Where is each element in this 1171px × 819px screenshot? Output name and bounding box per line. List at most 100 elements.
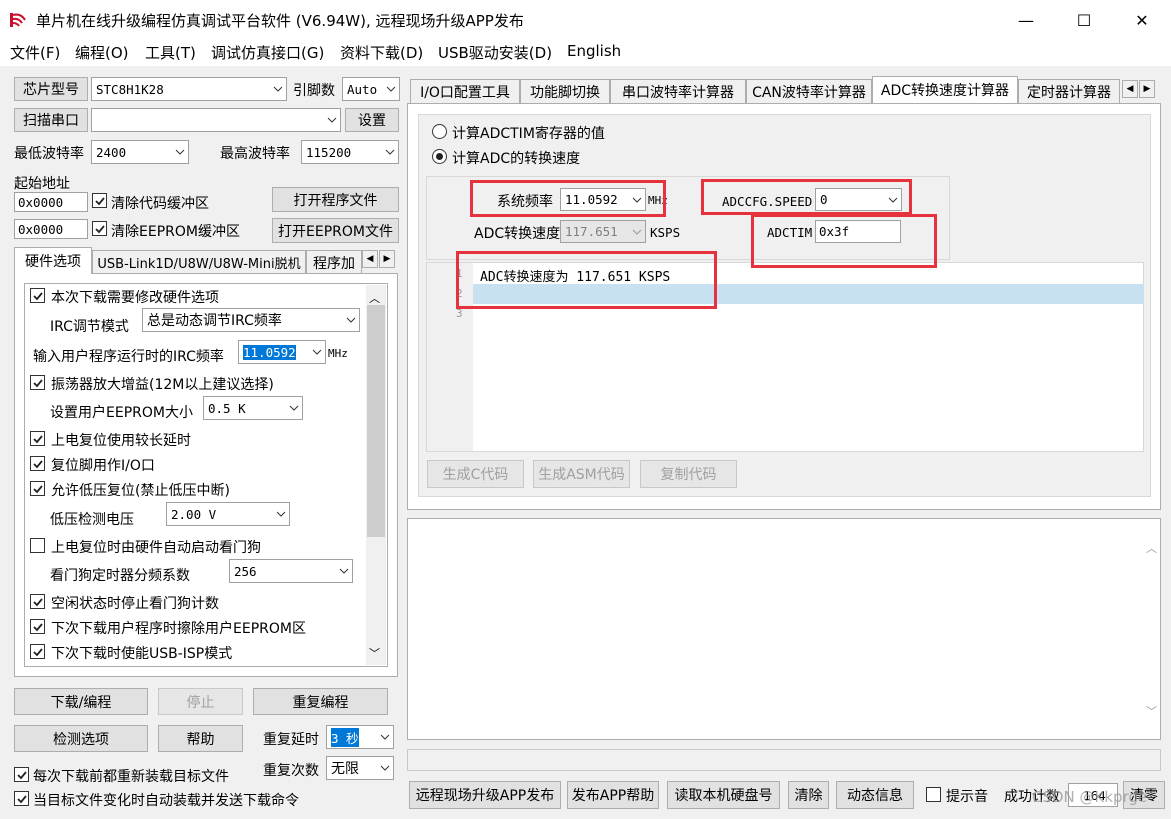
repeat-count-select[interactable]: 无限	[326, 756, 394, 780]
open-program-file-button[interactable]: 打开程序文件	[272, 187, 399, 212]
min-baud-select[interactable]: 2400	[91, 140, 189, 164]
chevron-down-icon	[327, 117, 337, 123]
idle-stop-watchdog-checkbox[interactable]	[30, 594, 45, 609]
erase-eeprom-checkbox[interactable]	[30, 619, 45, 634]
open-eeprom-file-button[interactable]: 打开EEPROM文件	[272, 218, 399, 243]
tab-pin-switch[interactable]: 功能脚切换	[520, 79, 610, 103]
menu-file[interactable]: 文件(F)	[10, 42, 60, 63]
serial-port-select[interactable]	[91, 108, 341, 132]
tab-usb-link[interactable]: USB-Link1D/U8W/U8W-Mini脱机	[92, 250, 306, 274]
low-voltage-select[interactable]: 2.00 V	[166, 502, 290, 526]
usb-isp-checkbox[interactable]	[30, 644, 45, 659]
minimize-button[interactable]: —	[997, 0, 1055, 40]
scan-port-button[interactable]: 扫描串口	[14, 108, 88, 132]
checkmark-icon	[32, 434, 43, 443]
scroll-down-icon[interactable]: ﹀	[369, 645, 380, 661]
tab-timer[interactable]: 定时器计算器	[1018, 79, 1120, 103]
tab-hardware-options[interactable]: 硬件选项	[14, 247, 92, 274]
beep-checkbox[interactable]	[926, 787, 941, 802]
log-output-area[interactable]	[407, 518, 1161, 740]
min-baud-value: 2400	[96, 144, 127, 160]
reset-pin-io-checkbox[interactable]	[30, 456, 45, 471]
scroll-down-icon[interactable]: ﹀	[1146, 703, 1157, 719]
low-voltage-value: 2.00 V	[171, 506, 217, 522]
low-voltage-reset-label: 允许低压复位(禁止低压中断)	[51, 483, 230, 499]
auto-reload-checkbox[interactable]	[14, 791, 29, 806]
max-baud-select[interactable]: 115200	[301, 140, 399, 164]
tab-can-baud[interactable]: CAN波特率计算器	[746, 79, 872, 103]
oscillator-gain-label: 振荡器放大增益(12M以上建议选择)	[51, 377, 274, 393]
calc-adc-speed-label: 计算ADC的转换速度	[452, 151, 581, 167]
reload-each-checkbox[interactable]	[14, 767, 29, 782]
publish-help-button[interactable]: 发布APP帮助	[567, 781, 659, 809]
irc-mode-label: IRC调节模式	[50, 319, 129, 335]
long-reset-delay-label: 上电复位使用较长延时	[51, 433, 191, 449]
calc-adctim-radio[interactable]	[432, 124, 447, 139]
menu-tools[interactable]: 工具(T)	[145, 42, 196, 63]
reload-each-label: 每次下载前都重新装载目标文件	[33, 769, 229, 785]
tab-uart-baud[interactable]: 串口波特率计算器	[610, 79, 746, 103]
scroll-up-icon[interactable]: ︿	[1146, 540, 1157, 556]
checkmark-icon	[16, 770, 27, 779]
irc-mode-select[interactable]: 总是动态调节IRC频率	[142, 308, 360, 332]
maximize-button[interactable]: ☐	[1055, 0, 1113, 40]
modify-hardware-checkbox[interactable]	[30, 288, 45, 303]
watchdog-prescaler-label: 看门狗定时器分频系数	[50, 568, 190, 584]
tab-scroll-left-icon[interactable]: ◀	[1122, 80, 1138, 98]
scroll-up-icon[interactable]: ︿	[369, 290, 380, 306]
low-voltage-reset-checkbox[interactable]	[30, 481, 45, 496]
tab-program-encrypt[interactable]: 程序加	[306, 250, 362, 274]
repeat-delay-value: 3 秒	[331, 727, 359, 747]
stop-button[interactable]: 停止	[158, 688, 243, 715]
read-disk-button[interactable]: 读取本机硬盘号	[667, 781, 780, 809]
chip-model-select[interactable]: STC8H1K28	[91, 77, 287, 101]
repeat-delay-select[interactable]: 3 秒	[326, 725, 394, 749]
auto-watchdog-checkbox[interactable]	[30, 538, 45, 553]
long-reset-delay-checkbox[interactable]	[30, 431, 45, 446]
eeprom-size-select[interactable]: 0.5 K	[203, 396, 303, 420]
oscillator-gain-checkbox[interactable]	[30, 375, 45, 390]
clear-eeprom-checkbox[interactable]	[92, 221, 107, 236]
checkmark-icon	[32, 291, 43, 300]
irc-frequency-select[interactable]: 11.0592	[238, 340, 326, 364]
check-options-button[interactable]: 检测选项	[14, 725, 148, 752]
checkmark-icon	[16, 794, 27, 803]
pin-count-label: 引脚数	[293, 83, 335, 99]
close-button[interactable]: ✕	[1113, 0, 1171, 40]
calc-adc-speed-radio[interactable]	[432, 149, 447, 164]
eeprom-address-input[interactable]: 0x0000	[14, 219, 88, 239]
generate-c-button[interactable]: 生成C代码	[427, 460, 524, 488]
tab-scroll-right-icon[interactable]: ▶	[1139, 80, 1155, 98]
menu-debug[interactable]: 调试仿真接口(G)	[211, 42, 324, 63]
menu-program[interactable]: 编程(O)	[75, 42, 129, 63]
copy-code-button[interactable]: 复制代码	[640, 460, 737, 488]
download-program-button[interactable]: 下载/编程	[14, 688, 148, 715]
checkmark-icon	[32, 484, 43, 493]
scrollbar-thumb[interactable]	[367, 305, 385, 537]
watchdog-prescaler-select[interactable]: 256	[229, 559, 353, 583]
menu-usb-driver[interactable]: USB驱动安装(D)	[438, 42, 552, 63]
generate-asm-button[interactable]: 生成ASM代码	[533, 460, 630, 488]
tab-adc-speed[interactable]: ADC转换速度计算器	[872, 76, 1018, 103]
code-address-input[interactable]: 0x0000	[14, 192, 88, 212]
help-button[interactable]: 帮助	[158, 725, 243, 752]
highlight-result	[456, 251, 717, 309]
tab-io-config[interactable]: I/O口配置工具	[410, 79, 520, 103]
tab-scroll-right-icon[interactable]: ▶	[379, 250, 395, 268]
clear-log-button[interactable]: 清除	[788, 781, 829, 809]
menu-english[interactable]: English	[567, 42, 621, 60]
chip-model-button[interactable]: 芯片型号	[14, 77, 88, 101]
irc-frequency-unit: MHz	[328, 347, 348, 360]
checkmark-icon	[32, 378, 43, 387]
beep-label: 提示音	[946, 789, 988, 805]
pin-count-select[interactable]: Auto	[342, 77, 400, 101]
repeat-program-button[interactable]: 重复编程	[253, 688, 388, 715]
menu-docs[interactable]: 资料下载(D)	[340, 42, 423, 63]
settings-button[interactable]: 设置	[345, 108, 399, 132]
remote-upgrade-button[interactable]: 远程现场升级APP发布	[409, 781, 561, 809]
chevron-down-icon	[632, 229, 642, 235]
chevron-down-icon	[385, 149, 395, 155]
dynamic-info-button[interactable]: 动态信息	[836, 781, 914, 809]
tab-scroll-left-icon[interactable]: ◀	[362, 250, 378, 268]
clear-code-checkbox[interactable]	[92, 193, 107, 208]
